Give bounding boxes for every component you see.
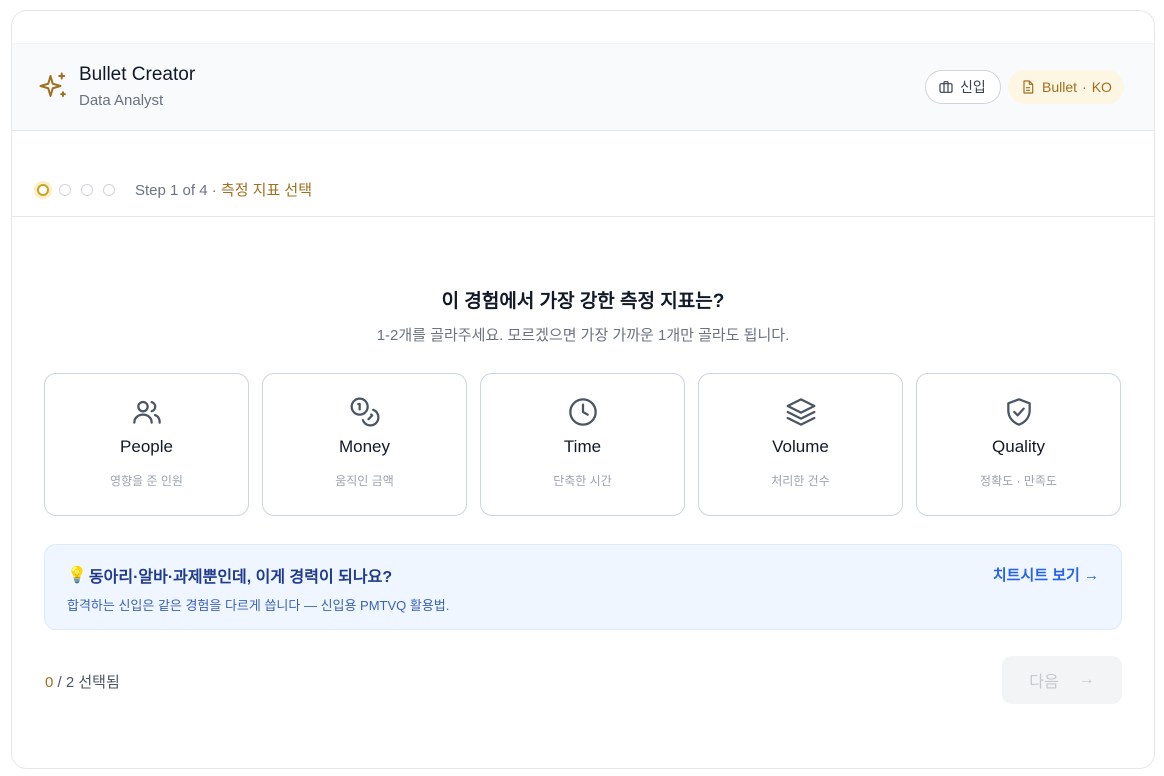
metric-label: Money bbox=[338, 437, 391, 456]
level-label: 신입 bbox=[960, 79, 986, 95]
question-title: 이 경험에서 가장 강한 측정 지표는? bbox=[441, 291, 725, 312]
shield-check-icon bbox=[1006, 398, 1031, 426]
metric-label: Time bbox=[563, 437, 602, 456]
stepper: Step 1 of 4 · 측정 지표 선택 bbox=[37, 179, 312, 200]
step-dot-4 bbox=[103, 183, 115, 196]
question-hint: 1-2개를 골라주세요. 모르겠으면 가장 가까운 1개만 골라도 됩니다. bbox=[376, 327, 790, 344]
step-name: 측정 지표 선택 bbox=[220, 182, 313, 199]
clock-icon bbox=[568, 398, 597, 426]
step-dot-2 bbox=[59, 183, 71, 196]
selected-total: / 2 선택됨 bbox=[53, 674, 120, 691]
coins-icon bbox=[350, 397, 379, 427]
step-dot-3 bbox=[81, 183, 93, 196]
users-icon bbox=[132, 400, 161, 424]
metric-label: Volume bbox=[772, 437, 829, 456]
step-count: Step 1 of 4 · bbox=[135, 182, 221, 199]
doc-lang: KO bbox=[1091, 79, 1112, 95]
metric-option-money[interactable]: Money 움직인 금액 bbox=[262, 373, 467, 516]
next-button[interactable]: 다음 → bbox=[1002, 656, 1122, 704]
document-icon bbox=[1023, 80, 1034, 94]
metric-desc: 단축한 시간 bbox=[553, 474, 612, 488]
briefcase-icon bbox=[939, 81, 953, 93]
banner-subtitle: 합격하는 신입은 같은 경험을 다르게 씁니다 — 신입용 PMTVQ 활용법. bbox=[67, 598, 450, 613]
layers-icon bbox=[786, 398, 815, 426]
step-dot-1 bbox=[37, 183, 49, 196]
cheatsheet-link[interactable]: 치트시트 보기 → bbox=[993, 564, 1099, 585]
lightbulb-icon: 💡 bbox=[67, 567, 87, 584]
divider bbox=[12, 216, 1154, 217]
metric-option-quality[interactable]: Quality 정확도 · 만족도 bbox=[916, 373, 1121, 516]
metric-option-people[interactable]: People 영향을 준 인원 bbox=[44, 373, 249, 516]
app-subtitle: Data Analyst bbox=[79, 92, 164, 109]
metric-desc: 영향을 준 인원 bbox=[110, 474, 183, 488]
doc-type: Bullet bbox=[1042, 79, 1078, 95]
metric-desc: 처리한 건수 bbox=[771, 474, 830, 488]
doc-separator: · bbox=[1082, 79, 1087, 95]
header: Bullet Creator Data Analyst 신입 Bullet · KO bbox=[12, 43, 1154, 131]
step-indicator: Step 1 of 4 · 측정 지표 선택 bbox=[135, 179, 312, 200]
metric-options: People 영향을 준 인원 Money 움직인 금액 Time 단축한 시간 bbox=[44, 373, 1121, 516]
metric-label: Quality bbox=[992, 437, 1045, 456]
app-title: Bullet Creator bbox=[79, 64, 196, 85]
metric-option-volume[interactable]: Volume 처리한 건수 bbox=[698, 373, 903, 516]
doc-type-badge: Bullet · KO bbox=[1008, 70, 1124, 104]
metric-desc: 움직인 금액 bbox=[335, 474, 394, 488]
banner-title-text: 동아리·알바·과제뿐인데, 이게 경력이 되나요? bbox=[88, 569, 393, 586]
banner-title: 💡 동아리·알바·과제뿐인데, 이게 경력이 되나요? bbox=[67, 563, 392, 587]
next-label: 다음 bbox=[1029, 674, 1059, 691]
arrow-right-icon: → bbox=[1078, 671, 1095, 688]
metric-option-time[interactable]: Time 단축한 시간 bbox=[480, 373, 685, 516]
level-badge[interactable]: 신입 bbox=[925, 70, 1001, 104]
main-card: Bullet Creator Data Analyst 신입 Bullet · KO… bbox=[11, 10, 1155, 769]
tip-banner: 💡 동아리·알바·과제뿐인데, 이게 경력이 되나요? 합격하는 신입은 같은 … bbox=[44, 544, 1122, 630]
selection-counter: 0 / 2 선택됨 bbox=[45, 671, 120, 692]
sparkles-icon bbox=[39, 72, 66, 97]
metric-desc: 정확도 · 만족도 bbox=[980, 474, 1057, 488]
metric-label: People bbox=[120, 437, 173, 456]
